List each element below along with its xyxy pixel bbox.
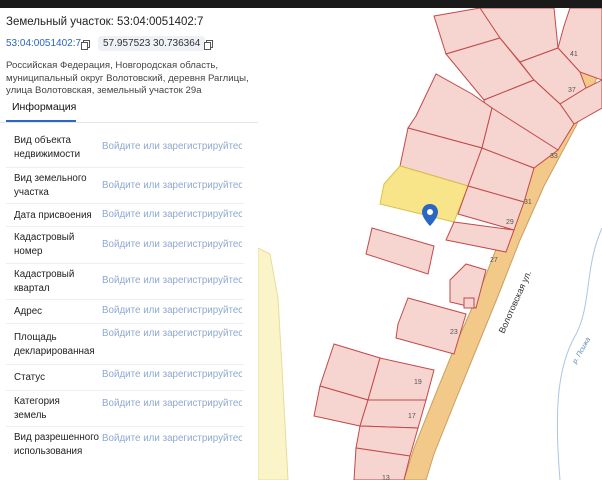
row-value-login-link[interactable]: Войдите или зарегистрируйтесь	[102, 209, 242, 220]
parcel-number: 31	[524, 199, 532, 206]
parcel[interactable]	[395, 297, 467, 355]
row-label: Площадь декларированная	[14, 332, 95, 357]
parcel-number: 13	[382, 475, 390, 480]
row-label: Кадастровый квартал	[14, 269, 75, 294]
info-row: Вид земельного участка Войдите или зарег…	[6, 168, 244, 204]
row-value-login-link[interactable]: Войдите или зарегистрируйтесь	[102, 305, 242, 316]
coordinates-text: 57.957523 30.736364	[103, 38, 201, 49]
row-value-login-link[interactable]: Войдите или зарегистрируйтесь	[102, 180, 242, 191]
row-value-login-link[interactable]: Войдите или зарегистрируйтесь	[102, 328, 242, 339]
info-row: Дата присвоения Войдите или зарегистриру…	[6, 204, 244, 227]
parcel[interactable]	[365, 227, 435, 275]
map-canvas[interactable]: 41 37 33 31 29 27 23 19 17 13 Волотовска…	[258, 8, 602, 480]
parcel-number: 41	[570, 51, 578, 58]
info-row: Статус Войдите или зарегистрируйтесь	[6, 365, 244, 391]
row-label: Адрес	[14, 306, 43, 317]
row-value-login-link[interactable]: Войдите или зарегистрируйтесь	[102, 239, 242, 250]
coordinates-badge: 57.957523 30.736364	[98, 36, 206, 51]
parcel-number: 17	[408, 413, 416, 420]
row-label: Статус	[14, 372, 45, 383]
row-value-login-link[interactable]: Войдите или зарегистрируйтесь	[102, 141, 242, 152]
info-panel: Земельный участок: 53:04:0051402:7 53:04…	[0, 8, 258, 480]
parcel-number: 23	[450, 329, 458, 336]
parcel[interactable]	[359, 399, 427, 429]
info-row: Категория земель Войдите или зарегистрир…	[6, 391, 244, 427]
parcel-number: 33	[550, 153, 558, 160]
cadastral-number-link[interactable]: 53:04:0051402:7	[6, 38, 81, 49]
cadastral-map[interactable]: 41 37 33 31 29 27 23 19 17 13 Волотовска…	[258, 8, 602, 480]
row-label: Вид объекта недвижимости	[14, 135, 81, 160]
info-row: Вид разрешенного использования Войдите и…	[6, 427, 244, 477]
row-label: Кадастровый номер	[14, 232, 75, 257]
parcel-number: 37	[568, 87, 576, 94]
info-row: Кадастровый номер Войдите или зарегистри…	[6, 227, 244, 264]
top-bar	[0, 0, 602, 8]
parcel-number: 29	[506, 219, 514, 226]
tab-divider	[0, 122, 258, 123]
info-row: Площадь декларированная Войдите или заре…	[6, 324, 244, 365]
info-rows: Вид объекта недвижимости Войдите или зар…	[6, 127, 244, 477]
address-text: Российская Федерация, Новгородская облас…	[6, 60, 249, 96]
info-row: Вид объекта недвижимости Войдите или зар…	[6, 127, 244, 168]
panel-title: Земельный участок: 53:04:0051402:7	[6, 16, 204, 28]
location-marker-icon[interactable]	[422, 204, 438, 226]
info-row: Адрес Войдите или зарегистрируйтесь	[6, 300, 244, 324]
copy-icon[interactable]	[81, 40, 90, 50]
copy-coordinates-icon[interactable]	[204, 40, 213, 50]
tab-information[interactable]: Информация	[6, 100, 76, 122]
meadow-area	[258, 247, 289, 480]
row-label: Вид разрешенного использования	[14, 432, 100, 457]
parcel[interactable]	[367, 357, 435, 401]
parcel-number: 27	[490, 257, 498, 264]
row-value-login-link[interactable]: Войдите или зарегистрируйтесь	[102, 369, 242, 380]
row-value-login-link[interactable]: Войдите или зарегистрируйтесь	[102, 433, 242, 444]
row-value-login-link[interactable]: Войдите или зарегистрируйтесь	[102, 275, 242, 286]
row-label: Вид земельного участка	[14, 173, 87, 198]
parcel-number: 19	[414, 379, 422, 386]
row-label: Дата присвоения	[14, 210, 92, 221]
river-label: р. Псижа	[571, 336, 592, 366]
parcel[interactable]	[463, 297, 475, 309]
info-row: Кадастровый квартал Войдите или зарегист…	[6, 264, 244, 300]
row-value-login-link[interactable]: Войдите или зарегистрируйтесь	[102, 398, 242, 409]
row-label: Категория земель	[14, 396, 60, 421]
